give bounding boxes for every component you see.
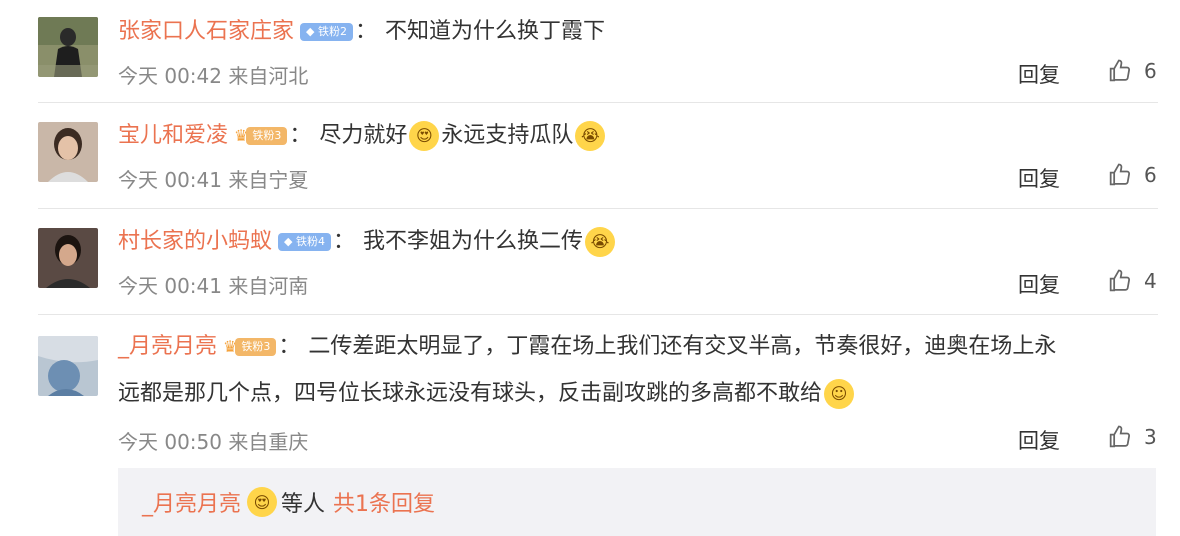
sub-reply-count-link[interactable]: 共1条回复	[333, 486, 435, 518]
crying-emoji-icon: 😭	[585, 227, 616, 257]
username-link[interactable]: 宝儿和爱凌	[118, 121, 228, 151]
reply-button[interactable]: 回复	[1018, 59, 1060, 89]
smile-emoji-icon: ☺	[824, 379, 855, 409]
thumbs-up-icon	[1109, 163, 1131, 186]
colon: ：	[278, 334, 301, 359]
thumbs-up-icon	[1109, 269, 1131, 292]
crying-emoji-icon: 😭	[575, 121, 606, 151]
like-button[interactable]: 3	[1106, 423, 1157, 451]
comment-time: 今天 00:42	[118, 64, 222, 88]
fan-badge[interactable]: 铁粉3	[246, 127, 288, 145]
thumbs-up-icon	[1109, 59, 1131, 82]
comment-item: 宝儿和爱凌 ♛ 铁粉3 ： 尽力就好 😍 永远支持瓜队 😭 今天 00:41 来…	[0, 104, 1180, 204]
fan-badge[interactable]: 铁粉3	[235, 338, 277, 356]
comment-text: 不知道为什么换丁霞下	[385, 19, 606, 44]
divider	[38, 208, 1158, 209]
comment-time: 今天 00:41	[118, 168, 222, 192]
comment-header: 村长家的小蚂蚁 ◆ 铁粉4 ： 我不李姐为什么换二传 😭	[118, 227, 617, 257]
comment-text: 远都是那几个点，四号位长球永远没有球头，反击副攻跳的多高都不敢给	[118, 381, 823, 406]
fan-badge[interactable]: ◆ 铁粉4	[278, 233, 331, 251]
divider	[38, 102, 1158, 103]
sub-reply-others: 等人	[281, 492, 326, 517]
badge-label: 铁粉3	[252, 129, 282, 142]
comment-header: _月亮月亮 ♛ 铁粉3 ： 二传差距太明显了，丁霞在场上我们还有交叉半高，节奏很…	[118, 332, 1056, 362]
like-count: 6	[1144, 59, 1157, 83]
comment-text-continued: 远都是那几个点，四号位长球永远没有球头，反击副攻跳的多高都不敢给 ☺	[118, 379, 856, 409]
username-link[interactable]: _月亮月亮	[118, 332, 217, 362]
colon: ：	[289, 123, 312, 148]
comment-meta: 今天 00:42 来自河北	[118, 60, 308, 89]
reply-button[interactable]: 回复	[1018, 425, 1060, 455]
colon: ：	[332, 229, 355, 254]
badge-label: 铁粉4	[295, 235, 325, 248]
reply-button[interactable]: 回复	[1018, 163, 1060, 193]
divider	[38, 314, 1158, 315]
avatar[interactable]	[38, 122, 98, 182]
comment-text: 我不李姐为什么换二传	[363, 229, 584, 254]
thumbs-up-icon	[1109, 425, 1131, 448]
comment-meta: 今天 00:41 来自河南	[118, 270, 308, 299]
sub-reply-summary[interactable]: _月亮月亮 😍 等人 共1条回复	[118, 468, 1156, 536]
comment-time: 今天 00:50	[118, 430, 222, 454]
comment-location: 来自河南	[228, 274, 309, 298]
comment-text: 尽力就好	[319, 123, 408, 148]
like-count: 6	[1144, 163, 1157, 187]
sub-reply-username[interactable]: _月亮月亮	[142, 486, 241, 518]
comment-time: 今天 00:41	[118, 274, 222, 298]
avatar[interactable]	[38, 17, 98, 77]
heart-eyes-emoji-icon: 😍	[247, 487, 278, 517]
reply-button[interactable]: 回复	[1018, 269, 1060, 299]
like-button[interactable]: 6	[1106, 161, 1157, 189]
colon: ：	[354, 19, 377, 44]
badge-label: 铁粉2	[317, 25, 347, 38]
comment-header: 宝儿和爱凌 ♛ 铁粉3 ： 尽力就好 😍 永远支持瓜队 😭	[118, 121, 607, 151]
username-link[interactable]: 张家口人石家庄家	[118, 17, 294, 47]
comment-location: 来自宁夏	[228, 168, 309, 192]
comment-meta: 今天 00:50 来自重庆	[118, 426, 308, 455]
like-button[interactable]: 4	[1106, 267, 1157, 295]
avatar[interactable]	[38, 336, 98, 396]
comment-header: 张家口人石家庄家 ◆ 铁粉2 ： 不知道为什么换丁霞下	[118, 17, 605, 47]
comment-location: 来自重庆	[228, 430, 309, 454]
heart-eyes-emoji-icon: 😍	[409, 121, 440, 151]
comment-text: 永远支持瓜队	[441, 123, 574, 148]
comment-item: 村长家的小蚂蚁 ◆ 铁粉4 ： 我不李姐为什么换二传 😭 今天 00:41 来自…	[0, 210, 1180, 310]
comment-meta: 今天 00:41 来自宁夏	[118, 164, 308, 193]
username-link[interactable]: 村长家的小蚂蚁	[118, 227, 272, 257]
like-count: 4	[1144, 269, 1157, 293]
comment-location: 来自河北	[228, 64, 309, 88]
avatar[interactable]	[38, 228, 98, 288]
badge-label: 铁粉3	[241, 340, 271, 353]
like-count: 3	[1144, 425, 1157, 449]
fan-badge[interactable]: ◆ 铁粉2	[300, 23, 353, 41]
comment-text: 二传差距太明显了，丁霞在场上我们还有交叉半高，节奏很好，迪奥在场上永	[308, 334, 1057, 359]
comment-item: 张家口人石家庄家 ◆ 铁粉2 ： 不知道为什么换丁霞下 今天 00:42 来自河…	[0, 0, 1180, 100]
like-button[interactable]: 6	[1106, 57, 1157, 85]
